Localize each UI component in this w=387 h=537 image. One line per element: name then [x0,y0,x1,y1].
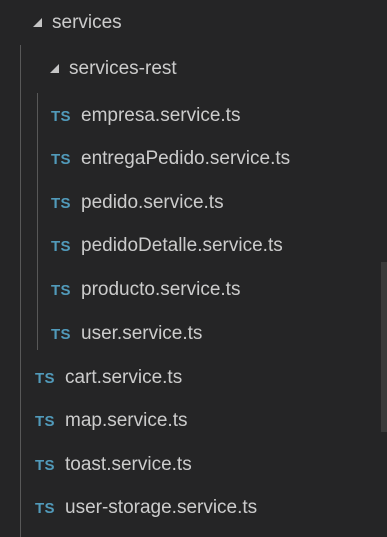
file-label: entregaPedido.service.ts [81,148,291,169]
file-item[interactable]: TS empresa.service.ts [0,98,387,134]
file-label: pedidoDetalle.service.ts [81,235,283,256]
file-label: toast.service.ts [65,454,192,475]
chevron-down-icon [50,63,59,73]
typescript-file-icon: TS [51,150,71,168]
file-label: map.service.ts [65,410,188,431]
file-item[interactable]: TS pedidoDetalle.service.ts [0,228,387,264]
folder-label: services-rest [69,58,177,79]
typescript-file-icon: TS [51,107,71,125]
typescript-file-icon: TS [51,194,71,212]
file-item[interactable]: TS map.service.ts [0,403,387,439]
folder-services[interactable]: services [0,5,387,41]
typescript-file-icon: TS [51,325,71,343]
typescript-file-icon: TS [51,237,71,255]
file-item[interactable]: TS user-storage.service.ts [0,490,387,526]
folder-label: services [52,12,122,33]
file-item[interactable]: TS pedido.service.ts [0,185,387,221]
file-label: user.service.ts [81,323,203,344]
file-label: cart.service.ts [65,367,183,388]
file-label: producto.service.ts [81,279,241,300]
file-label: pedido.service.ts [81,192,224,213]
typescript-file-icon: TS [35,456,55,474]
file-label: user-storage.service.ts [65,497,258,518]
typescript-file-icon: TS [51,281,71,299]
typescript-file-icon: TS [35,369,55,387]
folder-services-rest[interactable]: services-rest [0,51,387,87]
file-item[interactable]: TS entregaPedido.service.ts [0,141,387,177]
file-item[interactable]: TS user.service.ts [0,316,387,352]
typescript-file-icon: TS [35,499,55,517]
file-item[interactable]: TS cart.service.ts [0,360,387,396]
file-item[interactable]: TS toast.service.ts [0,447,387,483]
file-item[interactable]: TS producto.service.ts [0,272,387,308]
chevron-down-icon [33,17,42,27]
file-label: empresa.service.ts [81,105,241,126]
file-explorer-tree: services services-rest TS empresa.servic… [0,0,387,537]
typescript-file-icon: TS [35,412,55,430]
